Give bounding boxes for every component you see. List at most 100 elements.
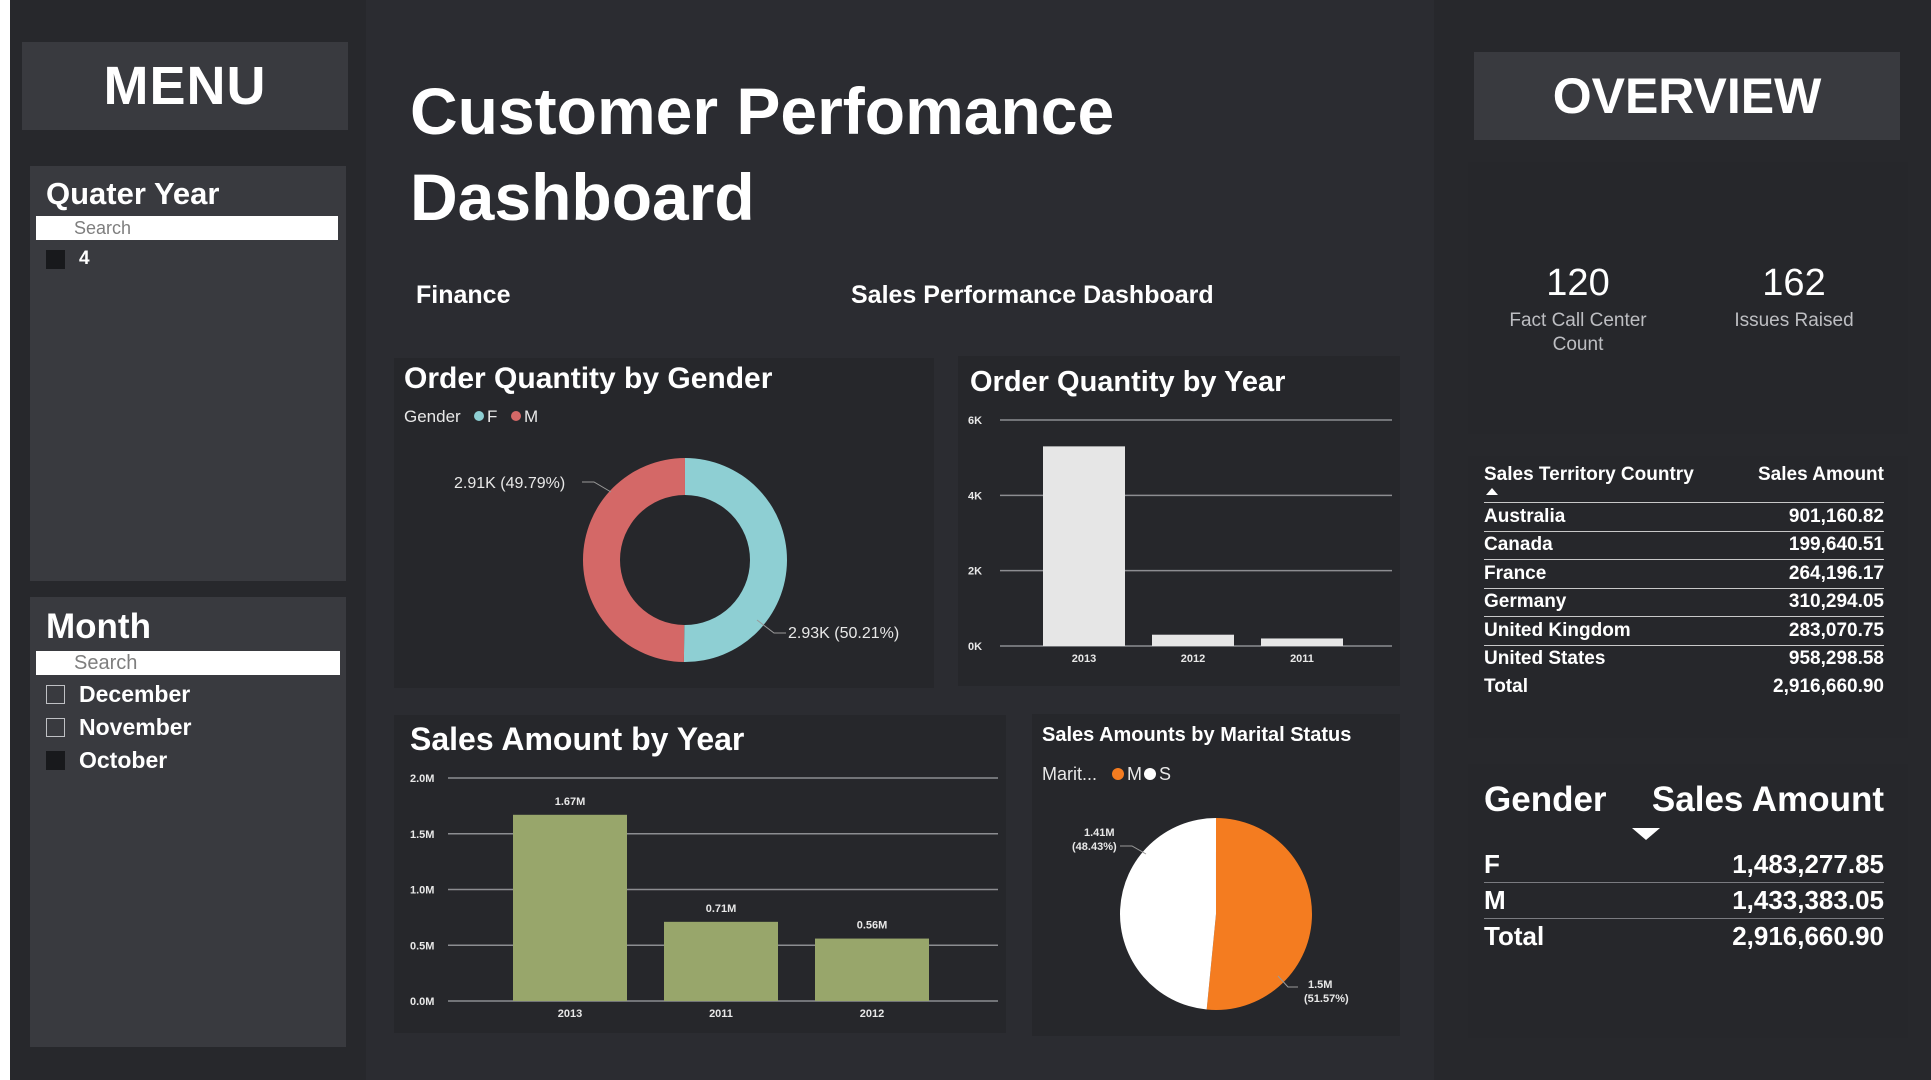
menu-title: MENU xyxy=(103,56,267,116)
y-tick-label: 6K xyxy=(968,415,982,427)
data-label: 0.71M xyxy=(706,903,737,915)
y-tick-label: 2.0M xyxy=(410,773,434,785)
table-header: Gender Sales Amount xyxy=(1484,780,1884,824)
sales-dashboard-link[interactable]: Sales Performance Dashboard xyxy=(851,281,1214,310)
bar-2012[interactable] xyxy=(815,938,929,1001)
table-total-row[interactable]: Total 2,916,660.90 xyxy=(1484,673,1884,702)
data-label-f: 2.93K (50.21%) xyxy=(788,625,899,642)
cell-country: Total xyxy=(1484,676,1528,698)
bar-2013[interactable] xyxy=(513,814,627,1001)
table-body: F 1,483,277.85 M 1,433,383.05 Total 2,916,660… xyxy=(1484,846,1884,954)
cell-sales-amount: 310,294.05 xyxy=(1788,591,1884,613)
month-option-november[interactable]: November xyxy=(46,714,191,741)
qty-year-bar-chart: 0K 2K 4K 6K 2013 2012 2011 xyxy=(968,415,1392,665)
table-row[interactable]: France 264,196.17 xyxy=(1484,559,1884,588)
legend-title: Marit... xyxy=(1042,764,1097,784)
table-row[interactable]: Canada 199,640.51 xyxy=(1484,530,1884,560)
marital-pie-card: Sales Amounts by Marital Status Marit...… xyxy=(1032,714,1400,1036)
cell-country: United Kingdom xyxy=(1484,619,1631,641)
column-header-sales[interactable]: Sales Amount xyxy=(1624,780,1884,824)
pie-slice-married[interactable] xyxy=(1206,818,1312,1010)
bar-2012[interactable] xyxy=(1152,634,1234,646)
gender-table-card: Gender Sales Amount F 1,483,277.85 M 1,433,… xyxy=(1468,764,1908,1038)
cell-country: France xyxy=(1484,562,1547,584)
cell-country: Canada xyxy=(1484,534,1553,556)
table-row[interactable]: Germany 310,294.05 xyxy=(1484,587,1884,617)
checkbox-icon[interactable] xyxy=(46,685,65,704)
quarter-option-label: 4 xyxy=(79,248,90,269)
cell-gender: Total xyxy=(1484,921,1545,951)
territory-table: Sales Territory Country Sales Amount Aus… xyxy=(1484,464,1884,702)
table-body: Australia 901,160.82 Canada 199,640.51 Franc… xyxy=(1484,502,1884,702)
leader-line xyxy=(582,481,612,493)
cell-sales-amount: 1,483,277.85 xyxy=(1732,848,1884,879)
bar-2013[interactable] xyxy=(1043,446,1125,646)
cell-gender: M xyxy=(1484,885,1506,915)
overview-title: OVERVIEW xyxy=(1552,68,1822,124)
table-row[interactable]: United States 958,298.58 xyxy=(1484,644,1884,674)
quarter-option[interactable]: 4 xyxy=(46,248,90,270)
legend-item-single: S xyxy=(1159,764,1171,784)
legend-item-f: F xyxy=(487,407,497,426)
bar-2011[interactable] xyxy=(1261,638,1343,646)
sales-year-bar-chart: 0.0M 0.5M 1.0M 1.5M 2.0M 2013 1.67M 2011 0.71M 20… xyxy=(410,773,998,1020)
y-tick-label: 4K xyxy=(968,490,982,502)
legend-title: Gender xyxy=(404,407,461,426)
data-label-m: 2.91K (49.79%) xyxy=(454,475,565,492)
y-tick-label: 2K xyxy=(968,566,982,578)
cell-sales-amount: 264,196.17 xyxy=(1788,562,1884,584)
y-tick-label: 0.5M xyxy=(410,940,434,952)
column-header-gender[interactable]: Gender xyxy=(1484,780,1624,824)
legend-marker-married xyxy=(1112,768,1124,780)
checkbox-icon[interactable] xyxy=(46,718,65,737)
checkbox-icon[interactable] xyxy=(46,751,65,770)
legend-marker-m xyxy=(511,411,521,421)
x-tick-label: 2013 xyxy=(558,1008,582,1020)
cell-sales-amount: 901,160.82 xyxy=(1788,505,1884,527)
kpi-call-center: 120 Fact Call Center Count xyxy=(1488,262,1668,357)
data-label-single-value: 1.41M xyxy=(1084,827,1115,839)
pie-slice-single[interactable] xyxy=(1120,818,1216,1010)
kpi-label-2: Count xyxy=(1552,334,1604,355)
quarter-year-slicer: Quater Year Search 4 xyxy=(30,166,346,581)
table-total-row[interactable]: Total 2,916,660.90 xyxy=(1484,918,1884,954)
month-option-label: November xyxy=(79,714,192,740)
month-option-october[interactable]: October xyxy=(46,747,167,774)
kpi-value: 120 xyxy=(1546,262,1610,304)
bar-2011[interactable] xyxy=(664,921,778,1001)
month-search-input[interactable]: Search xyxy=(36,651,340,675)
data-label-married-value: 1.5M xyxy=(1308,979,1332,991)
donut-slice-m[interactable] xyxy=(582,458,685,662)
kpi-value: 162 xyxy=(1762,262,1826,304)
month-option-december[interactable]: December xyxy=(46,681,190,708)
sort-indicator xyxy=(1484,824,1884,846)
sort-indicator xyxy=(1484,488,1884,502)
y-tick-label: 1.0M xyxy=(410,885,434,897)
column-header-country[interactable]: Sales Territory Country xyxy=(1484,464,1694,488)
page-title-line1: Customer Perfomance xyxy=(410,74,1115,148)
table-row[interactable]: M 1,433,383.05 xyxy=(1484,882,1884,918)
data-label: 1.67M xyxy=(555,796,586,808)
gender-table: Gender Sales Amount F 1,483,277.85 M 1,433,… xyxy=(1484,780,1884,954)
table-row[interactable]: Australia 901,160.82 xyxy=(1484,502,1884,531)
cell-sales-amount: 2,916,660.90 xyxy=(1773,676,1884,698)
table-row[interactable]: United Kingdom 283,070.75 xyxy=(1484,616,1884,645)
cell-sales-amount: 1,433,383.05 xyxy=(1732,885,1884,915)
data-label-single-percent: (48.43%) xyxy=(1072,841,1117,853)
cell-country: United States xyxy=(1484,648,1606,670)
kpi-label: Issues Raised xyxy=(1734,310,1854,331)
data-label: 0.56M xyxy=(857,920,888,932)
x-tick-label: 2011 xyxy=(1290,653,1314,665)
kpi-label: Fact Call Center xyxy=(1509,310,1647,331)
checkbox-icon[interactable] xyxy=(46,249,65,269)
finance-label[interactable]: Finance xyxy=(416,281,510,310)
month-title: Month xyxy=(46,607,151,646)
table-row[interactable]: F 1,483,277.85 xyxy=(1484,846,1884,882)
y-tick-label: 0.0M xyxy=(410,996,434,1008)
quarter-year-title: Quater Year xyxy=(46,176,220,211)
legend-item-married: M xyxy=(1127,764,1142,784)
column-header-sales[interactable]: Sales Amount xyxy=(1758,464,1884,488)
cell-sales-amount: 199,640.51 xyxy=(1788,534,1884,556)
cell-sales-amount: 283,070.75 xyxy=(1788,619,1884,641)
quarter-search-input[interactable]: Search xyxy=(36,216,338,240)
